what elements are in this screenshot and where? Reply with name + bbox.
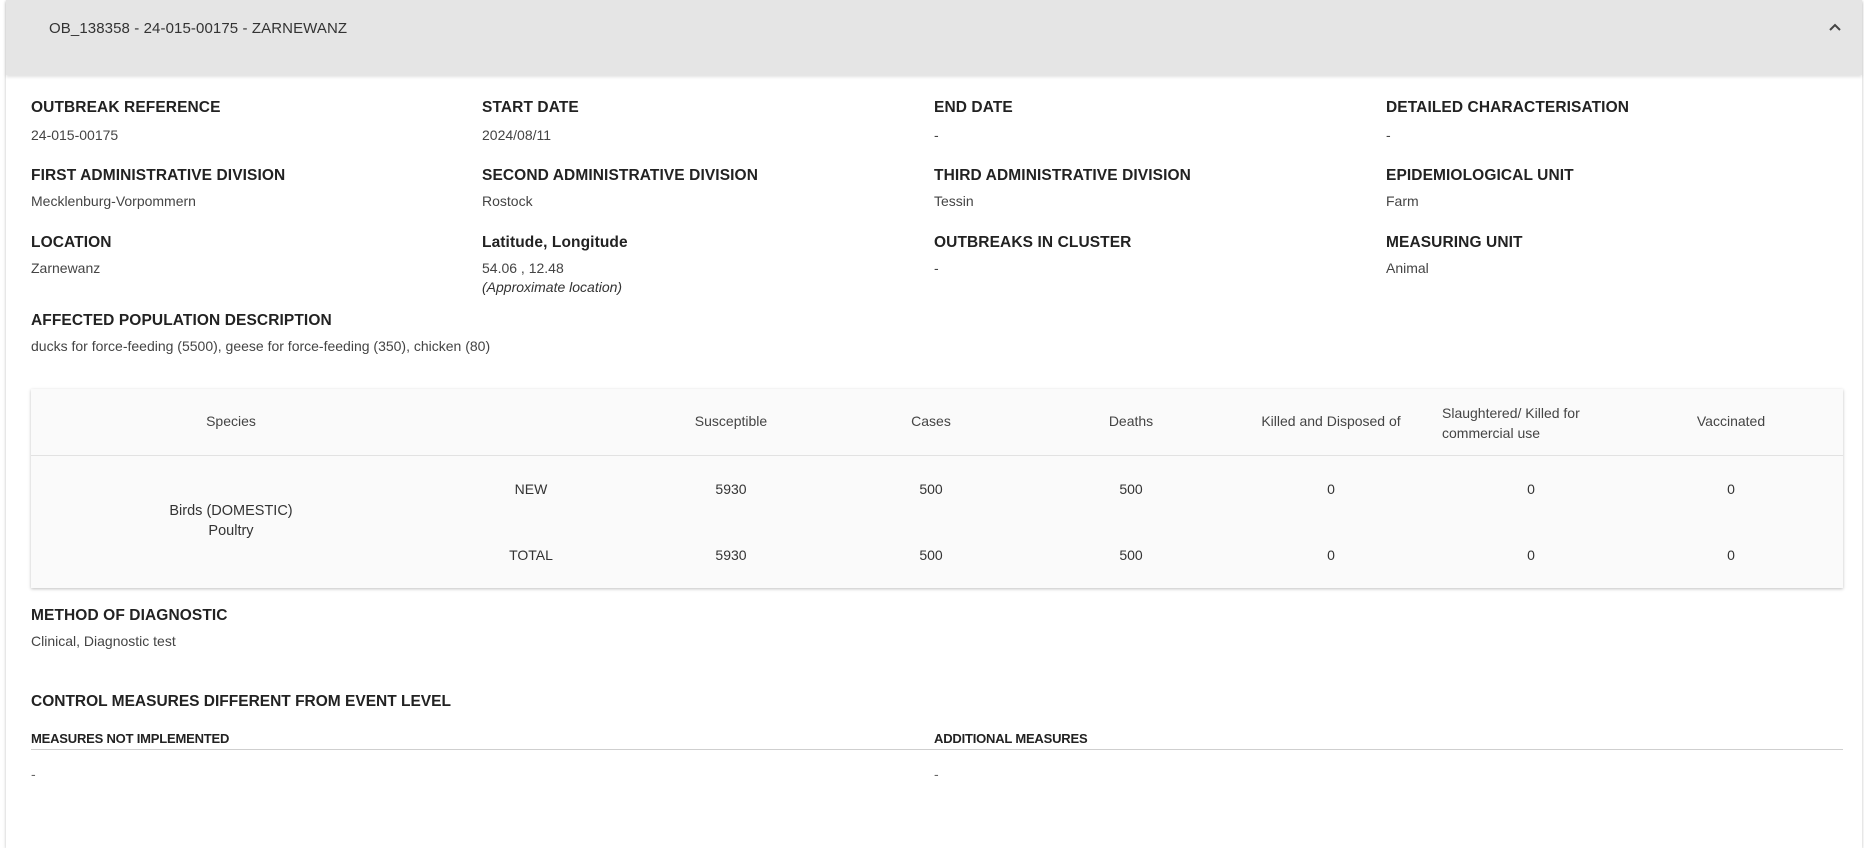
species-table: Species Susceptible Cases Deaths Killed … — [31, 389, 1843, 588]
field-label: AFFECTED POPULATION DESCRIPTION — [31, 312, 332, 329]
row-new-type: NEW — [514, 481, 548, 497]
measures-not-implemented-value: - — [31, 766, 36, 782]
field-value: - — [934, 127, 939, 143]
row-new-vaccinated: 0 — [1727, 481, 1735, 497]
field-label: START DATE — [482, 99, 579, 116]
species-line1: Birds (DOMESTIC) — [169, 503, 293, 519]
field-third-admin-division: THIRD ADMINISTRATIVE DIVISION Tessin — [934, 167, 1191, 209]
additional-measures-value: - — [934, 766, 939, 782]
field-label: OUTBREAKS IN CLUSTER — [934, 234, 1132, 251]
row-new-deaths: 500 — [1119, 481, 1143, 497]
field-label: DETAILED CHARACTERISATION — [1386, 99, 1630, 116]
row-total-cases: 500 — [919, 547, 943, 563]
field-value: ducks for force-feeding (5500), geese fo… — [31, 338, 491, 354]
field-epidemiological-unit: EPIDEMIOLOGICAL UNIT Farm — [1386, 167, 1574, 209]
header-slaughtered-line1: Slaughtered/ Killed for — [1442, 405, 1580, 421]
header-slaughtered: Slaughtered/ Killed for commercial use — [1442, 403, 1580, 443]
field-label: OUTBREAK REFERENCE — [31, 99, 221, 116]
field-label: MEASURING UNIT — [1386, 234, 1523, 251]
outbreak-panel: OB_138358 - 24-015-00175 - ZARNEWANZ OUT… — [6, 0, 1862, 848]
field-label: LOCATION — [31, 234, 112, 251]
field-label: Latitude, Longitude — [482, 234, 628, 251]
field-start-date: START DATE 2024/08/11 — [482, 99, 579, 143]
header-slaughtered-line2: commercial use — [1442, 425, 1541, 441]
header-vaccinated: Vaccinated — [1696, 413, 1766, 429]
field-label: THIRD ADMINISTRATIVE DIVISION — [934, 167, 1191, 184]
species-line2: Poultry — [208, 523, 254, 539]
control-measures-title: CONTROL MEASURES DIFFERENT FROM EVENT LE… — [31, 693, 451, 710]
field-value: - — [934, 260, 939, 276]
field-value: Mecklenburg-Vorpommern — [31, 193, 196, 209]
field-location: LOCATION Zarnewanz — [31, 234, 112, 276]
row-total-susceptible: 5930 — [715, 547, 747, 563]
field-value: 2024/08/11 — [482, 127, 552, 143]
measures-divider — [31, 749, 1843, 750]
field-label: SECOND ADMINISTRATIVE DIVISION — [482, 167, 758, 184]
species-cell: Birds (DOMESTIC) Poultry — [31, 501, 431, 541]
field-value: Clinical, Diagnostic test — [31, 633, 176, 649]
field-label: FIRST ADMINISTRATIVE DIVISION — [31, 167, 286, 184]
field-label: METHOD OF DIAGNOSTIC — [31, 607, 228, 624]
field-lat-long: Latitude, Longitude 54.06 , 12.48 (Appro… — [482, 234, 628, 295]
field-value: Zarnewanz — [31, 260, 101, 276]
additional-measures-label: ADDITIONAL MEASURES — [934, 731, 1088, 746]
row-new-cases: 500 — [919, 481, 943, 497]
panel-title: OB_138358 - 24-015-00175 - ZARNEWANZ — [49, 20, 348, 37]
field-first-admin-division: FIRST ADMINISTRATIVE DIVISION Mecklenbur… — [31, 167, 285, 209]
field-detailed-characterisation: DETAILED CHARACTERISATION - — [1386, 99, 1629, 143]
field-value: 24-015-00175 — [31, 127, 119, 143]
measures-not-implemented-label: MEASURES NOT IMPLEMENTED — [31, 731, 230, 746]
header-species: Species — [206, 413, 256, 429]
row-total-type: TOTAL — [509, 547, 553, 563]
field-method-of-diagnostic: METHOD OF DIAGNOSTIC Clinical, Diagnosti… — [31, 607, 228, 649]
field-measuring-unit: MEASURING UNIT Animal — [1386, 234, 1523, 276]
table-header-divider — [31, 455, 1843, 456]
field-value: Rostock — [482, 193, 533, 209]
approximate-location-note: (Approximate location) — [482, 279, 623, 295]
field-value: Tessin — [934, 193, 974, 209]
field-second-admin-division: SECOND ADMINISTRATIVE DIVISION Rostock — [482, 167, 758, 209]
field-end-date: END DATE - — [934, 99, 1013, 143]
row-total-killed: 0 — [1327, 547, 1335, 563]
row-total-vaccinated: 0 — [1727, 547, 1735, 563]
header-killed: Killed and Disposed of — [1261, 413, 1401, 429]
field-value: - — [1386, 127, 1391, 143]
field-value: 54.06 , 12.48 — [482, 260, 564, 276]
header-susceptible: Susceptible — [694, 413, 768, 429]
field-outbreaks-in-cluster: OUTBREAKS IN CLUSTER - — [934, 234, 1131, 276]
row-total-deaths: 500 — [1119, 547, 1143, 563]
panel-header[interactable]: OB_138358 - 24-015-00175 - ZARNEWANZ — [6, 0, 1862, 75]
row-total-slaughtered: 0 — [1527, 547, 1535, 563]
header-deaths: Deaths — [1108, 413, 1154, 429]
field-value: Animal — [1386, 260, 1429, 276]
row-new-susceptible: 5930 — [715, 481, 747, 497]
field-label: EPIDEMIOLOGICAL UNIT — [1386, 167, 1574, 184]
chevron-up-icon[interactable] — [1826, 18, 1844, 36]
field-affected-population: AFFECTED POPULATION DESCRIPTION ducks fo… — [31, 312, 490, 354]
field-value: Farm — [1386, 193, 1419, 209]
field-label: END DATE — [934, 99, 1013, 116]
header-cases: Cases — [911, 413, 951, 429]
row-new-slaughtered: 0 — [1527, 481, 1535, 497]
row-new-killed: 0 — [1327, 481, 1335, 497]
field-outbreak-reference: OUTBREAK REFERENCE 24-015-00175 — [31, 99, 221, 143]
